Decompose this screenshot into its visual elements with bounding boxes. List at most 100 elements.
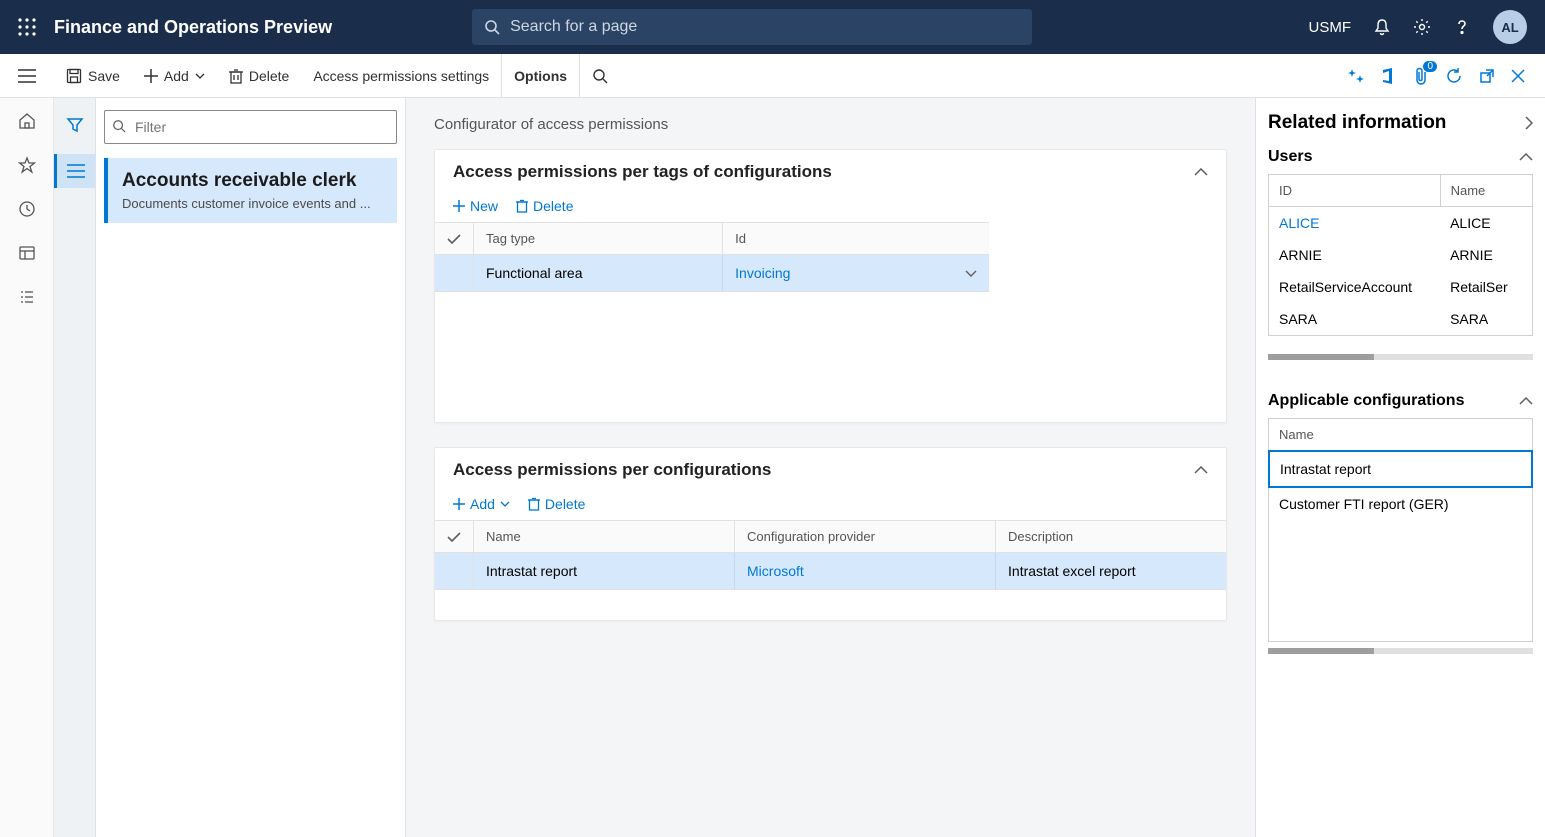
col-user-name[interactable]: Name	[1440, 175, 1532, 207]
list-item[interactable]: Customer FTI report (GER)	[1269, 487, 1532, 521]
table-row[interactable]: RetailServiceAccountRetailSer	[1269, 271, 1533, 303]
record-list-pane: Accounts receivable clerk Documents cust…	[96, 98, 406, 837]
collapse-icon[interactable]	[1519, 397, 1533, 405]
user-avatar[interactable]: AL	[1493, 10, 1527, 44]
chevron-down-icon[interactable]	[965, 270, 977, 277]
global-search[interactable]: Search for a page	[472, 9, 1032, 45]
chevron-down-icon	[500, 501, 510, 507]
user-id-cell[interactable]: RetailServiceAccount	[1269, 271, 1441, 303]
configs-card: Access permissions per configurations Ad…	[434, 447, 1227, 621]
recent-icon[interactable]	[18, 200, 36, 218]
list-view-icon[interactable]	[54, 154, 95, 188]
user-name-cell[interactable]: ARNIE	[1440, 239, 1532, 271]
cell-tag-type[interactable]: Functional area	[474, 255, 723, 292]
modules-icon[interactable]	[18, 288, 36, 306]
user-id-cell[interactable]: ALICE	[1269, 207, 1441, 240]
table-row[interactable]: Functional area Invoicing	[435, 255, 989, 292]
delete-label: Delete	[249, 68, 289, 84]
col-user-id[interactable]: ID	[1269, 175, 1441, 207]
settings-icon[interactable]	[1413, 18, 1431, 36]
content-area: Configurator of access permissions Acces…	[406, 98, 1255, 837]
user-name-cell[interactable]: RetailSer	[1440, 271, 1532, 303]
collapse-icon[interactable]	[1194, 466, 1208, 474]
left-rail	[0, 98, 54, 837]
popout-icon[interactable]	[1479, 68, 1495, 84]
cell-provider[interactable]: Microsoft	[735, 553, 996, 590]
applicable-configs-list: Name Intrastat report Customer FTI repor…	[1268, 418, 1533, 642]
table-row[interactable]: ARNIEARNIE	[1269, 239, 1533, 271]
user-id-cell[interactable]: ARNIE	[1269, 239, 1441, 271]
user-name-cell[interactable]: SARA	[1440, 303, 1532, 336]
page-search-button[interactable]	[580, 54, 620, 98]
view-toolbar	[54, 98, 96, 837]
delete-tag-button[interactable]: Delete	[516, 198, 573, 214]
col-name[interactable]: Name	[474, 521, 735, 553]
search-icon	[112, 119, 126, 133]
horizontal-scrollbar[interactable]	[1268, 354, 1533, 360]
col-id[interactable]: Id	[723, 223, 989, 255]
delete-button[interactable]: Delete	[217, 54, 301, 98]
list-item-title: Accounts receivable clerk	[122, 170, 383, 192]
cell-id[interactable]: Invoicing	[723, 255, 989, 292]
collapse-icon[interactable]	[1194, 168, 1208, 176]
col-config-name[interactable]: Name	[1269, 419, 1532, 451]
list-item[interactable]: Intrastat report	[1268, 450, 1533, 488]
notifications-icon[interactable]	[1373, 18, 1391, 36]
company-picker[interactable]: USMF	[1309, 19, 1352, 36]
cell-name[interactable]: Intrastat report	[474, 553, 735, 590]
tags-card: Access permissions per tags of configura…	[434, 149, 1227, 423]
chevron-right-icon[interactable]	[1525, 116, 1533, 130]
table-row[interactable]: SARASARA	[1269, 303, 1533, 336]
new-label: New	[470, 198, 498, 214]
options-label: Options	[514, 68, 567, 84]
related-info-title: Related information	[1268, 112, 1446, 134]
save-button[interactable]: Save	[54, 54, 132, 98]
app-title: Finance and Operations Preview	[54, 17, 332, 38]
cell-description[interactable]: Intrastat excel report	[996, 553, 1226, 590]
users-table: ID Name ALICEALICE ARNIEARNIE RetailServ…	[1268, 174, 1533, 336]
top-nav-bar: Finance and Operations Preview Search fo…	[0, 0, 1545, 54]
select-all-checkbox[interactable]	[435, 223, 474, 255]
page-caption: Configurator of access permissions	[434, 116, 1227, 133]
list-filter-input[interactable]	[104, 110, 397, 144]
list-item[interactable]: Accounts receivable clerk Documents cust…	[104, 158, 397, 223]
options-button[interactable]: Options	[501, 54, 580, 98]
workspaces-icon[interactable]	[18, 244, 36, 262]
delete-config-button[interactable]: Delete	[528, 496, 585, 512]
col-provider[interactable]: Configuration provider	[735, 521, 996, 553]
funnel-icon[interactable]	[66, 106, 84, 144]
col-tag-type[interactable]: Tag type	[474, 223, 723, 255]
horizontal-scrollbar[interactable]	[1268, 648, 1533, 654]
attachments-count: 0	[1423, 61, 1437, 72]
app-launcher-icon[interactable]	[0, 18, 54, 36]
add-label: Add	[164, 68, 189, 84]
attachments-icon[interactable]: 0	[1413, 67, 1429, 85]
chevron-down-icon	[195, 73, 205, 79]
search-placeholder: Search for a page	[510, 18, 637, 36]
table-row[interactable]: ALICEALICE	[1269, 207, 1533, 240]
cell-id-value: Invoicing	[735, 265, 790, 281]
table-row[interactable]: Intrastat report Microsoft Intrastat exc…	[435, 553, 1226, 590]
configs-card-title: Access permissions per configurations	[453, 460, 771, 480]
close-icon[interactable]	[1511, 69, 1525, 83]
refresh-icon[interactable]	[1445, 67, 1463, 85]
action-bar: Save Add Delete Access permissions setti…	[0, 54, 1545, 98]
help-icon[interactable]	[1453, 18, 1471, 36]
add-config-label: Add	[470, 496, 495, 512]
user-id-cell[interactable]: SARA	[1269, 303, 1441, 336]
user-name-cell[interactable]: ALICE	[1440, 207, 1532, 240]
new-button[interactable]: New	[453, 198, 498, 214]
home-icon[interactable]	[18, 112, 36, 130]
nav-toggle-icon[interactable]	[0, 69, 54, 83]
add-button[interactable]: Add	[132, 54, 217, 98]
col-description[interactable]: Description	[996, 521, 1226, 553]
add-config-button[interactable]: Add	[453, 496, 510, 512]
collapse-icon[interactable]	[1519, 153, 1533, 161]
office-icon[interactable]	[1381, 67, 1397, 85]
save-label: Save	[88, 68, 120, 84]
access-permissions-settings-button[interactable]: Access permissions settings	[301, 54, 501, 98]
copilot-icon[interactable]	[1347, 67, 1365, 85]
select-all-checkbox[interactable]	[435, 521, 474, 553]
delete-config-label: Delete	[545, 496, 585, 512]
favorites-icon[interactable]	[18, 156, 36, 174]
